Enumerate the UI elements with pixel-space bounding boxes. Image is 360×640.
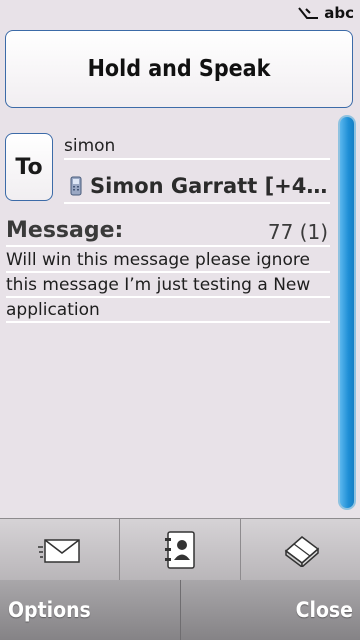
message-header-underline	[6, 245, 330, 247]
contacts-button[interactable]	[120, 519, 241, 580]
to-button-label: To	[15, 154, 43, 180]
close-softkey[interactable]: Close	[181, 580, 360, 640]
envelope-icon	[37, 538, 80, 563]
clear-button[interactable]	[241, 519, 360, 580]
message-line-2	[6, 296, 330, 298]
contact-suggestion[interactable]: Simon Garratt [+4…	[70, 172, 332, 200]
softkey-bar: Options Close	[0, 580, 360, 640]
status-bar: abc	[0, 0, 360, 26]
contact-underline	[64, 202, 330, 204]
message-body-editor[interactable]: Will win this message please ignore this…	[6, 248, 328, 323]
eraser-icon	[285, 535, 320, 567]
message-char-count: 77 (1)	[267, 220, 328, 244]
mobile-phone-icon	[70, 176, 82, 196]
pen-input-icon	[298, 7, 319, 19]
input-mode-text: abc	[324, 4, 354, 22]
contacts-book-icon	[164, 530, 195, 569]
contact-name: Simon Garratt [+4…	[90, 174, 328, 198]
recipient-input-underline	[64, 158, 330, 160]
options-softkey[interactable]: Options	[0, 580, 181, 640]
message-label: Message:	[6, 218, 124, 243]
send-button[interactable]	[0, 519, 121, 580]
to-button[interactable]: To	[5, 133, 53, 201]
close-label: Close	[295, 598, 353, 622]
recipient-input-text[interactable]: simon	[64, 136, 115, 156]
input-mode-indicator[interactable]: abc	[298, 3, 354, 23]
scrollbar-thumb[interactable]	[340, 117, 354, 508]
toolbar	[0, 518, 360, 580]
hold-and-speak-label: Hold and Speak	[87, 56, 271, 82]
message-line-3	[6, 321, 330, 323]
scrollbar[interactable]	[338, 115, 356, 510]
options-label: Options	[8, 598, 91, 622]
message-line-1	[6, 271, 330, 273]
hold-and-speak-button[interactable]: Hold and Speak	[5, 30, 353, 108]
